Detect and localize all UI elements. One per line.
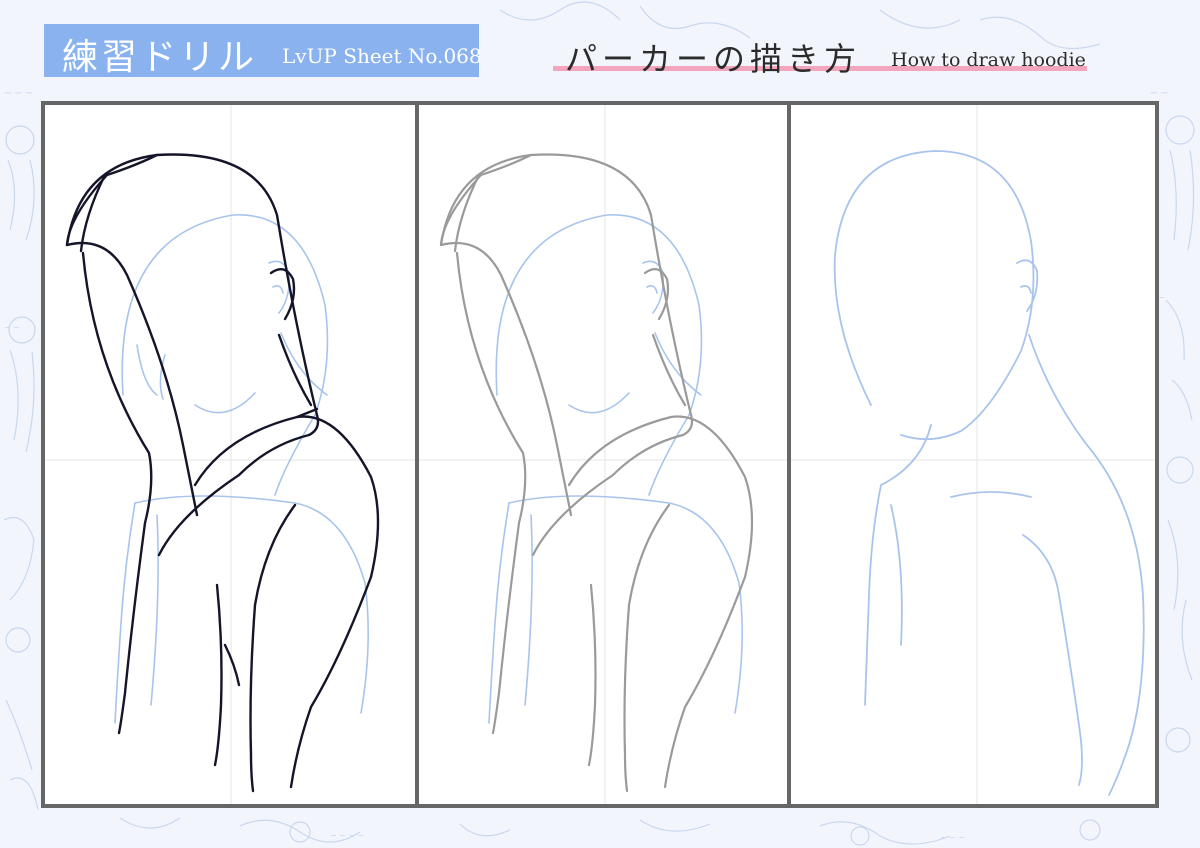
badge-sheet-number: LvUP Sheet No.068 [282,44,482,68]
svg-text:~ ~ ~: ~ ~ ~ [940,833,965,842]
drill-badge: 練習ドリル LvUP Sheet No.068 [44,24,482,78]
svg-text:ー ー ー: ー ー ー [4,89,33,98]
svg-text:ー ー: ー ー [1150,89,1169,98]
panel-finished [45,105,415,804]
page-title: パーカーの描き方 How to draw hoodie [553,34,1088,80]
title-japanese: パーカーの描き方 [565,40,862,78]
drawing-frame [41,101,1159,808]
body-sketch-blue [791,105,1155,804]
hoodie-lineart-finished [45,105,415,804]
title-english: How to draw hoodie [891,49,1086,71]
badge-title: 練習ドリル [62,37,258,78]
hoodie-lineart-trace [419,105,787,804]
panel-sketch [791,105,1155,804]
svg-text:~ ~ ~ ~: ~ ~ ~ ~ [330,831,364,840]
panel-trace [419,105,787,804]
svg-text:~ ~: ~ ~ [4,323,20,332]
